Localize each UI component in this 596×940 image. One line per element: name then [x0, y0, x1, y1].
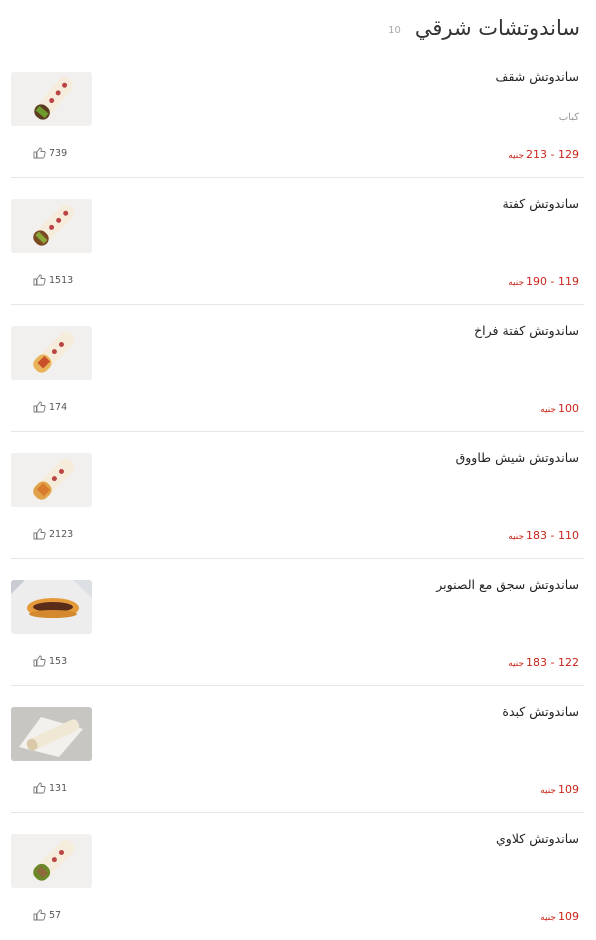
menu-item[interactable]: ساندوتش سجق مع الصنوبر 122 - 183جنيه 153 [11, 559, 584, 686]
item-name[interactable]: ساندوتش كلاوي [496, 831, 579, 846]
menu-item[interactable]: ساندوتش شقف كباب 129 - 213جنيه 739 [11, 51, 584, 178]
item-name[interactable]: ساندوتش كبدة [502, 704, 579, 719]
likes-count: 174 [49, 401, 68, 413]
item-price: 109جنيه [540, 783, 579, 796]
likes[interactable]: 174 [33, 401, 67, 413]
currency-label: جنيه [508, 659, 525, 669]
item-price: 110 - 183جنيه [508, 529, 579, 542]
likes-count: 131 [49, 782, 68, 794]
thumbs-up-icon [33, 655, 46, 667]
item-image[interactable] [11, 453, 92, 507]
thumbs-up-icon [33, 401, 46, 413]
menu-item-list: ساندوتش شقف كباب 129 - 213جنيه 739 ساندو… [11, 51, 584, 940]
likes[interactable]: 1513 [33, 274, 73, 286]
menu-item[interactable]: ساندوتش كبدة 109جنيه 131 [11, 686, 584, 813]
currency-label: جنيه [508, 151, 525, 161]
price-value: 109 [558, 910, 579, 923]
menu-item[interactable]: ساندوتش كفتة فراخ 100جنيه 174 [11, 305, 584, 432]
item-name[interactable]: ساندوتش كفتة فراخ [474, 323, 579, 338]
price-value: 100 [558, 402, 579, 415]
price-value: 129 - 213 [526, 148, 579, 161]
item-name[interactable]: ساندوتش شقف [496, 69, 579, 84]
currency-label: جنيه [508, 278, 525, 288]
menu-item[interactable]: ساندوتش شيش طاووق 110 - 183جنيه 2123 [11, 432, 584, 559]
likes[interactable]: 57 [33, 909, 61, 921]
currency-label: جنيه [540, 913, 556, 923]
thumbs-up-icon [33, 147, 46, 159]
wrap-sandwich-icon [11, 453, 92, 507]
item-image[interactable] [11, 580, 92, 634]
item-image[interactable] [11, 199, 92, 253]
likes-count: 2123 [49, 528, 74, 540]
sausage-sandwich-icon [11, 580, 92, 634]
menu-item[interactable]: ساندوتش كفتة 119 - 190جنيه 1513 [11, 178, 584, 305]
price-value: 109 [558, 783, 579, 796]
currency-label: جنيه [540, 405, 556, 415]
thumbs-up-icon [33, 528, 46, 540]
thumbs-up-icon [33, 782, 46, 794]
thumbs-up-icon [33, 274, 46, 286]
page-title: ساندوتشات شرقي [414, 16, 580, 40]
item-name[interactable]: ساندوتش شيش طاووق [456, 450, 579, 465]
item-image[interactable] [11, 72, 92, 126]
item-price: 109جنيه [540, 910, 579, 923]
likes-count: 1513 [49, 274, 74, 286]
currency-label: جنيه [540, 786, 556, 796]
item-category: كباب [558, 112, 579, 123]
likes[interactable]: 2123 [33, 528, 73, 540]
wrap-sandwich-icon [11, 326, 92, 380]
item-price: 100جنيه [540, 402, 579, 415]
item-price: 129 - 213جنيه [508, 148, 579, 161]
price-value: 122 - 183 [526, 656, 579, 669]
likes-count: 57 [49, 909, 62, 921]
likes-count: 739 [49, 147, 68, 159]
wrap-sandwich-icon [11, 72, 92, 126]
price-value: 119 - 190 [526, 275, 579, 288]
item-price: 119 - 190جنيه [508, 275, 579, 288]
likes[interactable]: 153 [33, 655, 67, 667]
likes[interactable]: 131 [33, 782, 67, 794]
item-image[interactable] [11, 707, 92, 761]
item-count: 10 [388, 24, 401, 36]
wrap-sandwich-icon [11, 199, 92, 253]
price-value: 110 - 183 [526, 529, 579, 542]
item-image[interactable] [11, 326, 92, 380]
rolled-sandwich-icon [11, 707, 92, 761]
likes-count: 153 [49, 655, 68, 667]
currency-label: جنيه [508, 532, 525, 542]
thumbs-up-icon [33, 909, 46, 921]
menu-item[interactable]: ساندوتش كلاوي 109جنيه 57 [11, 813, 584, 940]
item-name[interactable]: ساندوتش سجق مع الصنوبر [436, 577, 579, 592]
page-header: ساندوتشات شرقي 10 [12, 12, 580, 44]
item-image[interactable] [11, 834, 92, 888]
likes[interactable]: 739 [33, 147, 67, 159]
item-price: 122 - 183جنيه [508, 656, 579, 669]
wrap-sandwich-icon [11, 834, 92, 888]
item-name[interactable]: ساندوتش كفتة [503, 196, 580, 211]
